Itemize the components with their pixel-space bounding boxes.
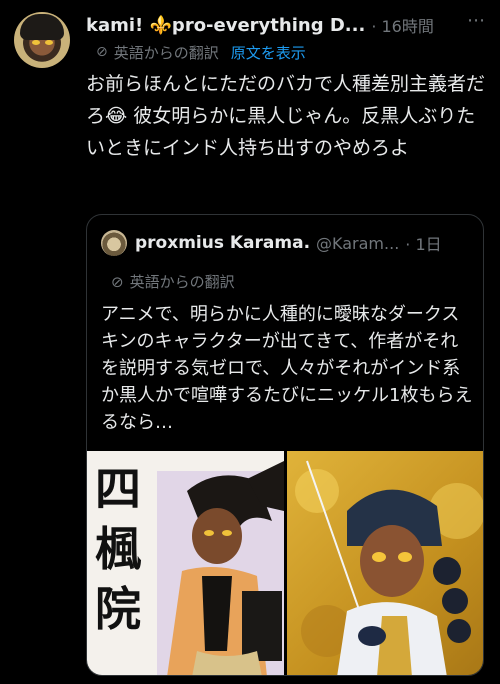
quoted-tweet-timestamp[interactable]: · 1日: [405, 231, 441, 255]
quoted-media[interactable]: 四 楓 院: [87, 451, 483, 675]
tweet-header: kami! ⚜️pro-everything D... · 16時間: [86, 12, 486, 38]
media-image-left[interactable]: 四 楓 院: [87, 451, 284, 675]
character-illustration-right: [295, 460, 483, 675]
quoted-author-display-name[interactable]: proxmius Karama.: [135, 233, 310, 253]
character-illustration-left: [157, 461, 284, 675]
translate-icon: ⊘: [96, 44, 108, 60]
translate-icon: ⊘: [111, 272, 124, 291]
tweet-text: お前らほんとにただのバカで人種差別主義者だろ😂 彼女明らかに黒人じゃん。反黒人ぶ…: [86, 73, 486, 159]
translation-row: ⊘ 英語からの翻訳 原文を表示: [96, 40, 306, 64]
author-avatar[interactable]: [14, 12, 70, 68]
quoted-tweet[interactable]: proxmius Karama. @Karam... · 1日 ⊘ 英語からの翻…: [86, 214, 484, 676]
quoted-translation-row: ⊘ 英語からの翻訳: [111, 271, 235, 292]
quoted-translation-label: 英語からの翻訳: [129, 273, 235, 291]
quoted-author-handle[interactable]: @Karam...: [316, 234, 399, 253]
translation-label: 英語からの翻訳: [113, 43, 219, 62]
tweet-timestamp[interactable]: · 16時間: [371, 13, 434, 37]
quoted-tweet-text: アニメで、明らかに人種的に曖昧なダークスキンのキャラクターが出てきて、作者がそれ…: [101, 304, 473, 433]
quoted-tweet-header: proxmius Karama. @Karam... · 1日: [101, 229, 471, 257]
author-display-name[interactable]: kami! ⚜️pro-everything D...: [86, 15, 365, 36]
quoted-author-avatar[interactable]: [101, 230, 127, 256]
avatar-eye-left: [32, 40, 40, 45]
more-dots-icon[interactable]: ⋯: [467, 10, 486, 31]
avatar-hair: [20, 14, 64, 40]
media-image-right[interactable]: [287, 451, 483, 675]
show-original-link[interactable]: 原文を表示: [231, 42, 306, 63]
avatar-eye-right: [45, 40, 53, 45]
